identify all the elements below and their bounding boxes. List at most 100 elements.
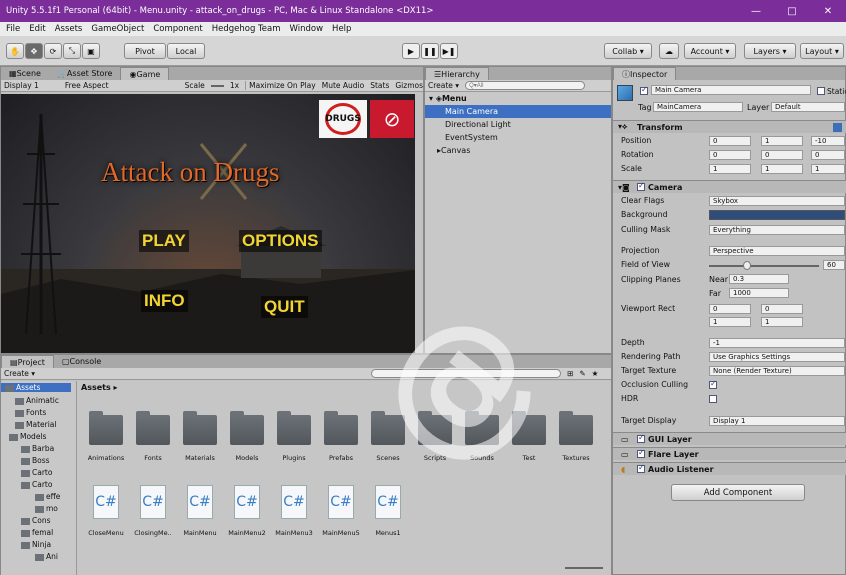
tree-item[interactable]: effe <box>35 492 60 501</box>
flare-layer-checkbox[interactable] <box>637 448 645 458</box>
transform-header[interactable]: ▾⟡ Transform <box>613 120 846 133</box>
project-breadcrumb[interactable]: Assets ▸ <box>81 383 118 392</box>
folder-item[interactable]: Test <box>508 411 550 462</box>
display-select[interactable]: Display 1 <box>4 81 39 90</box>
rotation-x[interactable]: 0 <box>709 150 751 160</box>
script-item[interactable]: C# ClosingMe.. <box>132 485 174 537</box>
script-item[interactable]: C# MainMenu3 <box>273 485 315 537</box>
quit-button[interactable]: QUIT <box>261 296 308 318</box>
restore-button[interactable]: □ <box>774 6 810 17</box>
pause-icon[interactable]: ❚❚ <box>421 43 439 59</box>
tree-item[interactable]: Carto <box>21 480 52 489</box>
target-display-select[interactable]: Display 1 <box>709 416 845 426</box>
position-y[interactable]: 1 <box>761 136 803 146</box>
maximize-on-play-toggle[interactable]: Maximize On Play <box>245 81 316 90</box>
add-component-button[interactable]: Add Component <box>671 484 805 501</box>
position-z[interactable]: -10 <box>811 136 845 146</box>
settings-icon[interactable] <box>833 122 842 132</box>
minimize-button[interactable]: — <box>738 6 774 17</box>
menu-file[interactable]: File <box>6 24 20 34</box>
icon-size-slider[interactable] <box>565 567 603 569</box>
tree-item-assets[interactable]: Assets <box>1 383 71 392</box>
tab-game[interactable]: ◉ Game <box>120 67 170 80</box>
hierarchy-create-button[interactable]: Create ▾ <box>428 81 459 90</box>
tag-select[interactable]: MainCamera <box>653 102 743 112</box>
game-viewport[interactable]: Attack on Drugs DRUGS ⊘ PLAY OPTIONS INF… <box>1 94 415 353</box>
hierarchy-scene-row[interactable]: ▾ ◈ Menu <box>425 92 611 105</box>
rotation-y[interactable]: 0 <box>761 150 803 160</box>
tree-item[interactable]: Cons <box>21 516 51 525</box>
hdr-checkbox[interactable] <box>709 395 717 403</box>
tree-item[interactable]: femal <box>21 528 53 537</box>
menu-edit[interactable]: Edit <box>29 24 45 34</box>
tree-item[interactable]: Barba <box>21 444 54 453</box>
move-tool-icon[interactable]: ✥ <box>25 43 43 59</box>
scale-slider[interactable] <box>210 84 224 87</box>
folder-item[interactable]: Fonts <box>132 411 174 462</box>
camera-enabled-checkbox[interactable] <box>637 181 645 191</box>
rect-tool-icon[interactable]: ▣ <box>82 43 100 59</box>
label-icon[interactable]: ✎ <box>579 369 585 378</box>
folder-item[interactable]: Animations <box>85 411 127 462</box>
project-search-input[interactable] <box>371 369 562 378</box>
script-item[interactable]: C# Menus1 <box>367 485 409 537</box>
near-input[interactable]: 0.3 <box>729 274 789 284</box>
aspect-select[interactable]: Free Aspect <box>65 81 109 90</box>
menu-gameobject[interactable]: GameObject <box>91 24 144 34</box>
fov-input[interactable]: 60 <box>823 260 845 270</box>
target-texture-field[interactable]: None (Render Texture) <box>709 366 845 376</box>
gui-layer-checkbox[interactable] <box>637 433 645 443</box>
account-button[interactable]: Account ▾ <box>684 43 736 59</box>
tab-console[interactable]: ▢ Console <box>54 355 109 368</box>
tree-item[interactable]: Fonts <box>15 408 46 417</box>
pivot-button[interactable]: Pivot <box>124 43 166 59</box>
occlusion-culling-checkbox[interactable] <box>709 379 717 389</box>
folder-item[interactable]: Plugins <box>273 411 315 462</box>
project-create-button[interactable]: Create ▾ <box>4 369 35 378</box>
hierarchy-item-directional-light[interactable]: Directional Light <box>425 118 611 131</box>
folder-item[interactable]: Textures <box>555 411 597 462</box>
tree-item[interactable]: Boss <box>21 456 50 465</box>
fov-slider[interactable] <box>709 265 819 267</box>
play-icon[interactable]: ▶ <box>402 43 420 59</box>
culling-mask-select[interactable]: Everything <box>709 225 845 235</box>
menu-hedgehog[interactable]: Hedgehog Team <box>212 24 281 34</box>
tree-item[interactable]: Carto <box>21 468 52 477</box>
step-icon[interactable]: ▶❚ <box>440 43 458 59</box>
layout-button[interactable]: Layout ▾ <box>800 43 844 59</box>
cloud-icon[interactable]: ☁ <box>659 43 679 59</box>
rendering-path-select[interactable]: Use Graphics Settings <box>709 352 845 362</box>
script-item[interactable]: C# MainMenu2 <box>226 485 268 537</box>
tree-item[interactable]: Ninja <box>21 540 51 549</box>
tree-item[interactable]: Animatic <box>15 396 59 405</box>
viewport-x[interactable]: 0 <box>709 304 751 314</box>
options-button[interactable]: OPTIONS <box>239 230 322 252</box>
mute-audio-toggle[interactable]: Mute Audio <box>322 81 364 90</box>
stats-toggle[interactable]: Stats <box>370 81 389 90</box>
play-button[interactable]: PLAY <box>139 230 189 252</box>
gui-layer-header[interactable]: ▭ GUI Layer <box>613 432 846 445</box>
static-checkbox[interactable] <box>817 87 825 95</box>
script-item[interactable]: C# MainMenu <box>179 485 221 537</box>
audio-listener-header[interactable]: ◖ Audio Listener <box>613 462 846 475</box>
local-button[interactable]: Local <box>167 43 205 59</box>
info-button[interactable]: INFO <box>141 290 188 312</box>
tab-scene[interactable]: ▦ Scene <box>1 67 49 80</box>
script-item[interactable]: C# MainMenu5 <box>320 485 362 537</box>
menu-component[interactable]: Component <box>153 24 202 34</box>
folder-item[interactable]: Prefabs <box>320 411 362 462</box>
folder-item[interactable]: Models <box>226 411 268 462</box>
flare-layer-header[interactable]: ▭ Flare Layer <box>613 447 846 460</box>
tree-item[interactable]: mo <box>35 504 58 513</box>
viewport-w[interactable]: 1 <box>709 317 751 327</box>
filter-icon[interactable]: ⊞ <box>567 369 573 378</box>
projection-select[interactable]: Perspective <box>709 246 845 256</box>
scale-z[interactable]: 1 <box>811 164 845 174</box>
collab-button[interactable]: Collab ▾ <box>604 43 652 59</box>
camera-header[interactable]: ▾◙ Camera <box>613 180 846 193</box>
gizmos-toggle[interactable]: Gizmos <box>395 81 423 90</box>
fov-slider-knob[interactable] <box>743 261 751 270</box>
tree-item[interactable]: Ani <box>35 552 58 561</box>
folder-item[interactable]: Sounds <box>461 411 503 462</box>
position-x[interactable]: 0 <box>709 136 751 146</box>
